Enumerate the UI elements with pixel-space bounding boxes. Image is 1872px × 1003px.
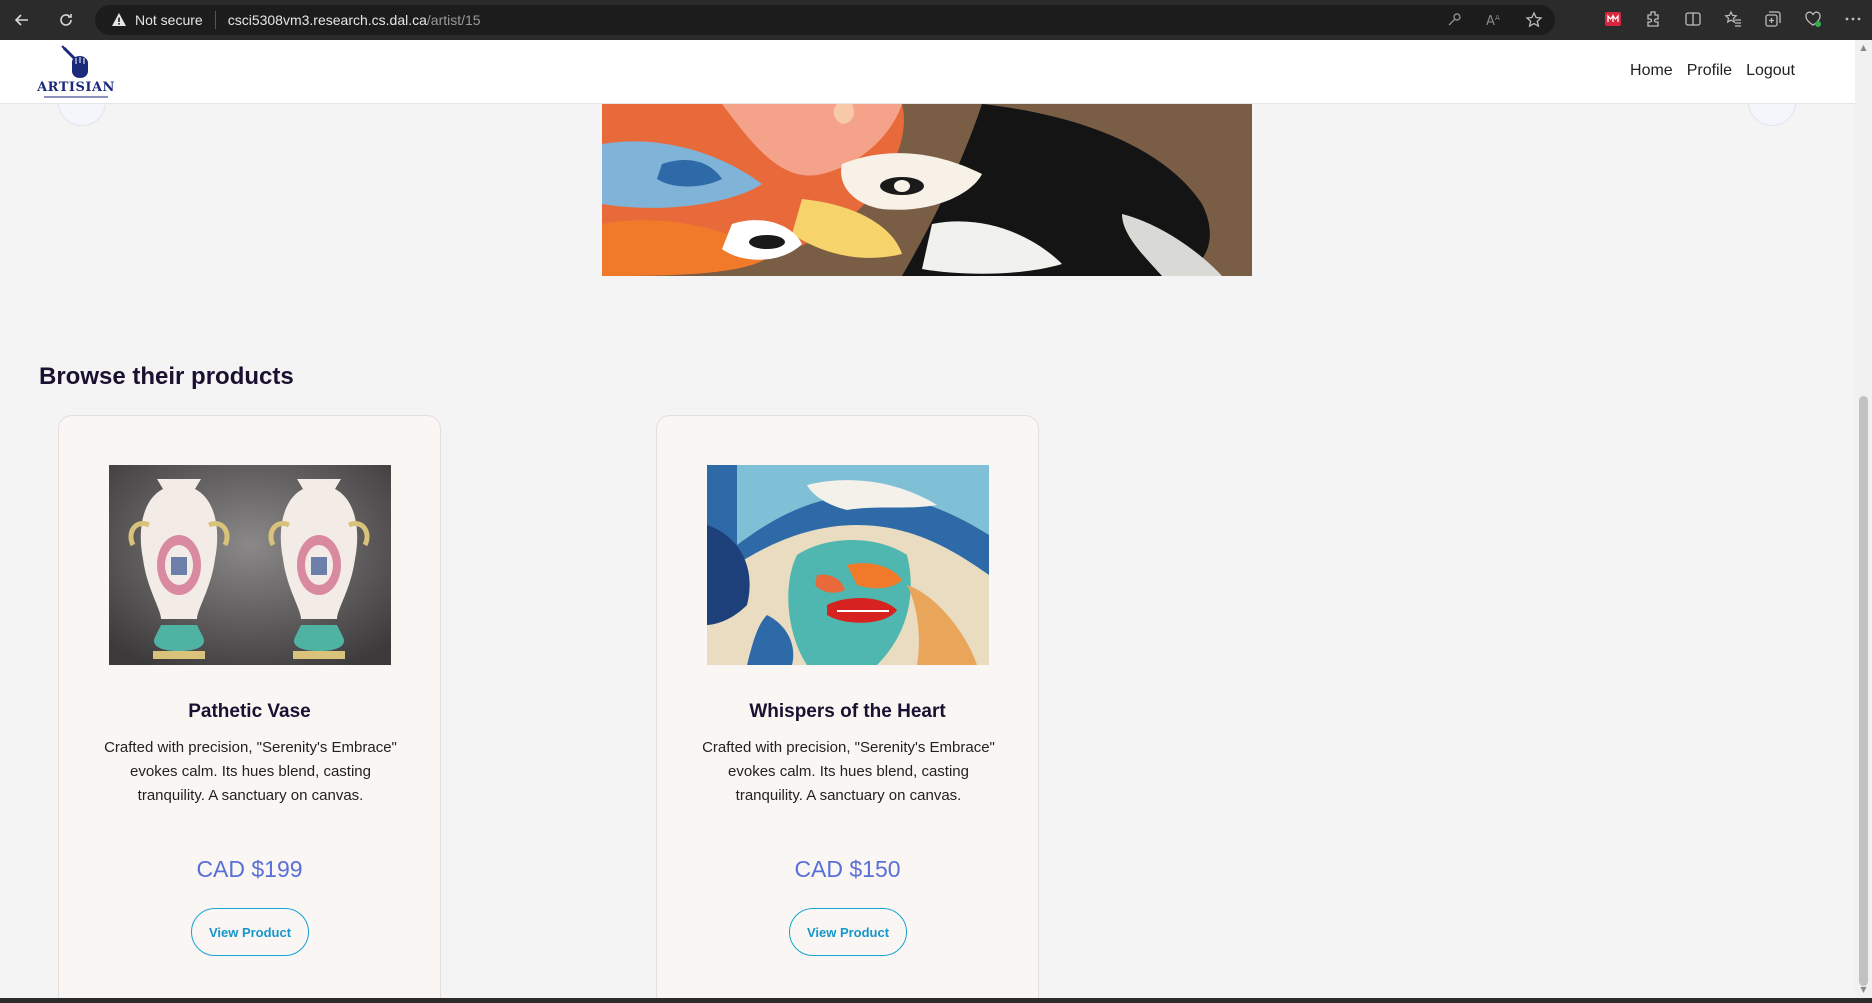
url-path: /artist/15 [426,12,481,28]
window-bottom-edge [0,998,1872,1003]
browser-essentials-icon[interactable] [1804,10,1822,28]
vertical-scrollbar[interactable]: ▲ ▼ [1855,40,1872,998]
product-name: Whispers of the Heart [749,701,946,722]
collections-icon[interactable] [1764,10,1782,28]
url-host: csci5308vm3.research.cs.dal.ca [227,12,427,28]
view-product-button[interactable]: View Product [191,908,309,956]
product-card: Pathetic Vase Crafted with precision, "S… [58,415,441,998]
view-product-button[interactable]: View Product [789,908,907,956]
favorites-icon[interactable] [1724,10,1742,28]
back-icon[interactable] [8,8,36,32]
artisian-logo[interactable]: ARTISIAN [36,44,116,100]
extension-red-icon[interactable] [1604,10,1622,28]
nav-links: Home Profile Logout [1630,62,1795,80]
product-name: Pathetic Vase [188,701,311,722]
warning-icon [111,12,127,28]
pen-fist-logo-icon [58,44,94,80]
favorite-star-icon[interactable] [1525,11,1543,29]
extensions-icon[interactable] [1644,10,1662,28]
address-divider [214,11,216,29]
porcelain-vases-image [109,465,391,665]
page-viewport: ARTISIAN Home Profile Logout Browse thei… [0,40,1855,998]
site-header: ARTISIAN Home Profile Logout [0,40,1855,104]
product-card: Whispers of the Heart Crafted with preci… [656,415,1039,998]
logo-wordmark: ARTISIAN [37,80,115,95]
url-text: csci5308vm3.research.cs.dal.ca/artist/15 [228,12,481,28]
scroll-up-arrow-icon[interactable]: ▲ [1859,44,1868,52]
scrollbar-thumb[interactable] [1859,396,1868,986]
security-label: Not secure [135,12,203,28]
split-screen-icon[interactable] [1684,10,1702,28]
address-bar[interactable]: Not secure csci5308vm3.research.cs.dal.c… [95,5,1555,35]
read-aloud-icon[interactable]: AA [1485,11,1503,29]
more-menu-icon[interactable] [1844,10,1862,28]
product-price: CAD $150 [794,856,901,882]
refresh-icon[interactable] [52,8,80,32]
scroll-down-arrow-icon[interactable]: ▼ [1859,986,1868,994]
abstract-face-painting-image [707,465,989,665]
nav-profile-link[interactable]: Profile [1687,62,1732,80]
product-price: CAD $199 [196,856,303,882]
svg-text:A: A [1486,14,1495,28]
browser-toolbar: Not secure csci5308vm3.research.cs.dal.c… [0,0,1872,40]
svg-text:A: A [1495,14,1500,22]
nav-home-link[interactable]: Home [1630,62,1673,80]
product-description: Crafted with precision, "Serenity's Embr… [702,739,995,804]
logo-tagline-line [44,96,108,98]
nav-logout-link[interactable]: Logout [1746,62,1795,80]
product-description: Crafted with precision, "Serenity's Embr… [104,739,397,804]
key-icon[interactable] [1445,11,1463,29]
section-title: Browse their products [39,363,294,390]
artist-hero-image [602,104,1252,276]
